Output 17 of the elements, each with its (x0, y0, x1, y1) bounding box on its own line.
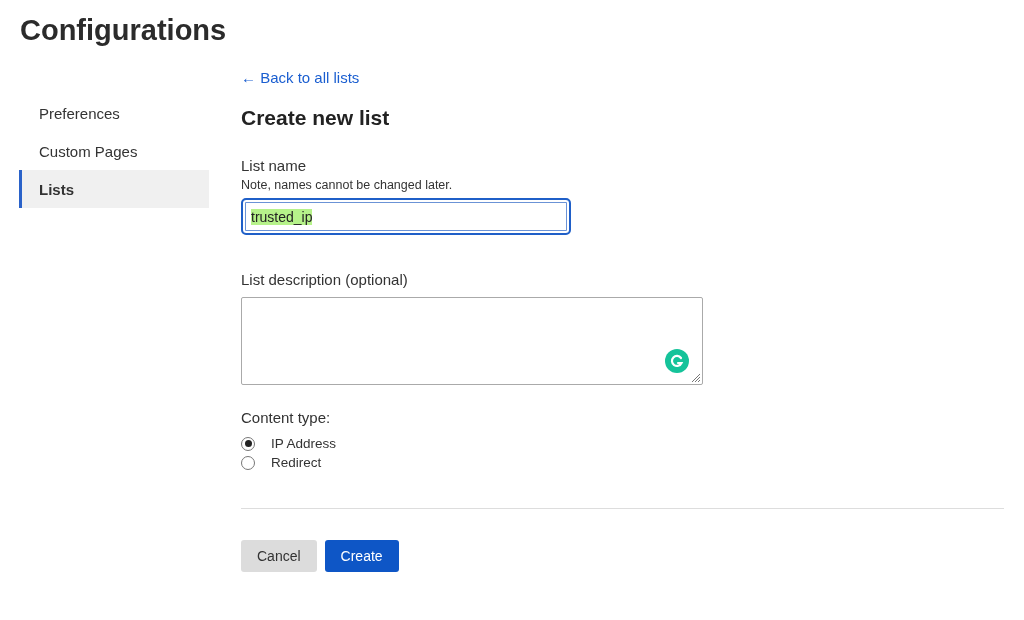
resize-handle-icon[interactable] (689, 371, 701, 383)
sidebar-item[interactable]: Preferences (19, 94, 209, 132)
radio-label[interactable]: IP Address (271, 436, 337, 451)
form-heading: Create new list (241, 106, 390, 130)
back-link[interactable]: ← Back to all lists (241, 69, 360, 86)
sidebar-item[interactable]: Custom Pages (19, 132, 209, 170)
field-label: List name (241, 157, 307, 174)
input-field[interactable]: trusted_ip (241, 198, 571, 235)
cancel-button[interactable]: Cancel (241, 540, 317, 572)
field-label: List description (optional) (241, 271, 408, 288)
radio-label[interactable]: Redirect (271, 455, 322, 470)
sidebar-item[interactable]: Lists (19, 170, 209, 208)
page-title: Configurations (19, 13, 228, 48)
text-area[interactable] (241, 297, 703, 385)
field-label: Content type: (241, 409, 331, 426)
create-button[interactable]: Create (324, 540, 399, 572)
field-hint: Note, names cannot be changed later. (241, 178, 453, 192)
